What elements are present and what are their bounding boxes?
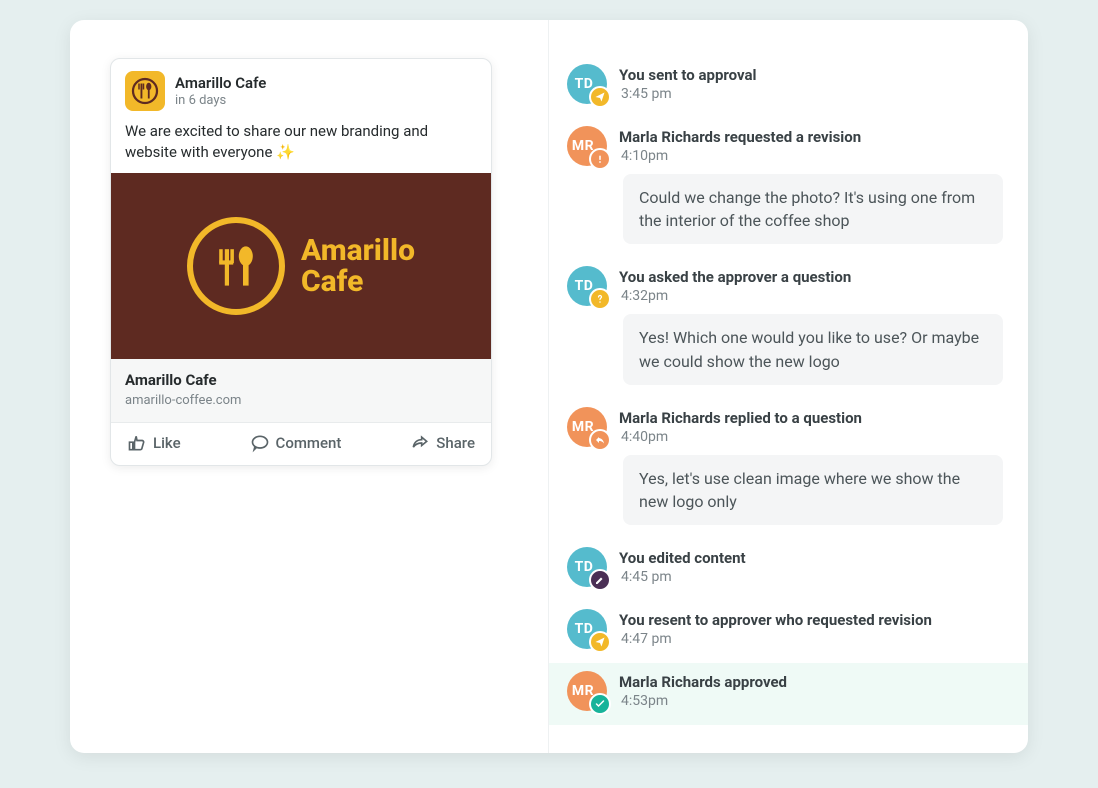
post-actions-bar: Like Comment Share [111,423,491,465]
share-label: Share [436,434,475,452]
activity-title: Marla Richards replied to a question [619,409,862,427]
activity-message: Yes, let's use clean image where we show… [623,455,1003,525]
activity-time: 4:10pm [619,148,861,164]
comment-icon [250,433,270,453]
post-body-text: We are excited to share our new branding… [111,121,491,173]
logo-text-line2: Cafe [301,266,415,298]
comment-label: Comment [276,434,342,452]
post-card[interactable]: Amarillo Cafe in 6 days We are excited t… [110,58,492,466]
logo-text: Amarillo Cafe [301,235,415,298]
link-preview-title: Amarillo Cafe [125,371,477,389]
like-button[interactable]: Like [127,433,181,453]
alert-badge-icon [589,148,611,170]
activity-item[interactable]: TD You sent to approval 3:45 pm [549,56,1028,118]
share-icon [410,433,430,453]
activity-time: 4:40pm [619,429,862,445]
like-label: Like [153,434,181,452]
user-avatar: TD [567,266,607,306]
approve-badge-icon [589,693,611,715]
activity-item[interactable]: TD You edited content 4:45 pm [549,539,1028,601]
activity-item[interactable]: MR Marla Richards requested a revision 4… [549,118,1028,258]
activity-item[interactable]: TD You resent to approver who requested … [549,601,1028,663]
post-image-preview: Amarillo Cafe [111,173,491,359]
activity-message: Yes! Which one would you like to use? Or… [623,314,1003,384]
activity-title: You edited content [619,549,746,567]
post-account-avatar [125,71,165,111]
user-avatar: MR [567,126,607,166]
activity-feed: TD You sent to approval 3:45 pm MR Marla… [548,20,1028,753]
activity-time: 3:45 pm [619,86,757,102]
link-preview-url: amarillo-coffee.com [125,393,477,408]
activity-time: 4:53pm [619,693,787,709]
logo-badge-icon [187,217,285,315]
activity-message: Could we change the photo? It's using on… [623,174,1003,244]
activity-time: 4:45 pm [619,569,746,585]
post-account-name: Amarillo Cafe [175,74,266,92]
edit-badge-icon [589,569,611,591]
user-avatar: TD [567,547,607,587]
share-button[interactable]: Share [410,433,475,453]
user-avatar: TD [567,609,607,649]
user-avatar: TD [567,64,607,104]
comment-button[interactable]: Comment [250,433,342,453]
user-avatar: MR [567,407,607,447]
activity-item[interactable]: MR Marla Richards approved 4:53pm [549,663,1028,725]
logo-text-line1: Amarillo [301,235,415,267]
like-icon [127,433,147,453]
activity-title: You resent to approver who requested rev… [619,611,932,629]
activity-title: You asked the approver a question [619,268,851,286]
sent-badge-icon [589,631,611,653]
app-container: Amarillo Cafe in 6 days We are excited t… [70,20,1028,753]
activity-title: You sent to approval [619,66,757,84]
post-preview-column: Amarillo Cafe in 6 days We are excited t… [70,20,548,753]
post-schedule-text: in 6 days [175,93,266,108]
activity-item[interactable]: MR Marla Richards replied to a question … [549,399,1028,539]
post-header: Amarillo Cafe in 6 days [111,59,491,121]
activity-time: 4:47 pm [619,631,932,647]
activity-time: 4:32pm [619,288,851,304]
fork-spoon-icon [130,76,160,106]
sent-badge-icon [589,86,611,108]
activity-title: Marla Richards approved [619,673,787,691]
link-preview[interactable]: Amarillo Cafe amarillo-coffee.com [111,359,491,423]
question-badge-icon [589,288,611,310]
reply-badge-icon [589,429,611,451]
activity-title: Marla Richards requested a revision [619,128,861,146]
user-avatar: MR [567,671,607,711]
activity-item[interactable]: TD You asked the approver a question 4:3… [549,258,1028,398]
